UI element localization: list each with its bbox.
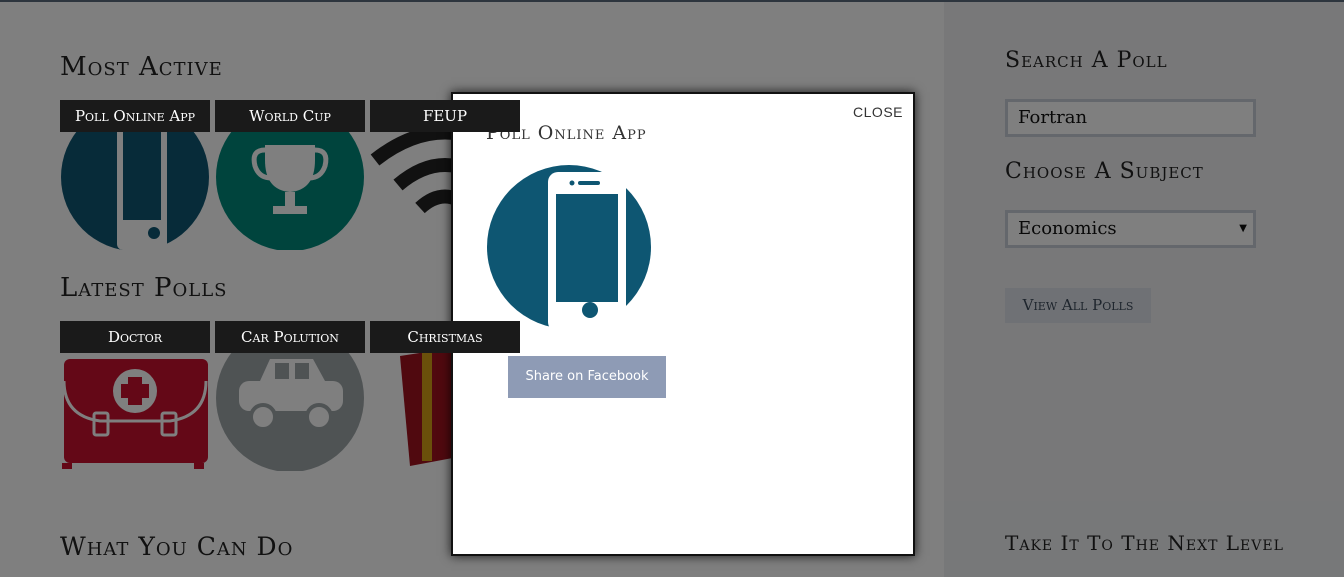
poll-modal: CLOSE Poll Online App Share on Facebook bbox=[451, 92, 915, 556]
tile-label: Poll Online App bbox=[60, 100, 210, 132]
close-button[interactable]: CLOSE bbox=[853, 104, 903, 120]
tile-label: Car Polution bbox=[215, 321, 365, 353]
tile-label: FEUP bbox=[370, 100, 520, 132]
phone-icon bbox=[487, 165, 651, 330]
tile-label: Christmas bbox=[370, 321, 520, 353]
tile-label: World Cup bbox=[215, 100, 365, 132]
share-on-facebook-button[interactable]: Share on Facebook bbox=[508, 356, 666, 398]
tile-label: Doctor bbox=[60, 321, 210, 353]
page: Most Active Poll Online App World Cup bbox=[0, 0, 1344, 577]
